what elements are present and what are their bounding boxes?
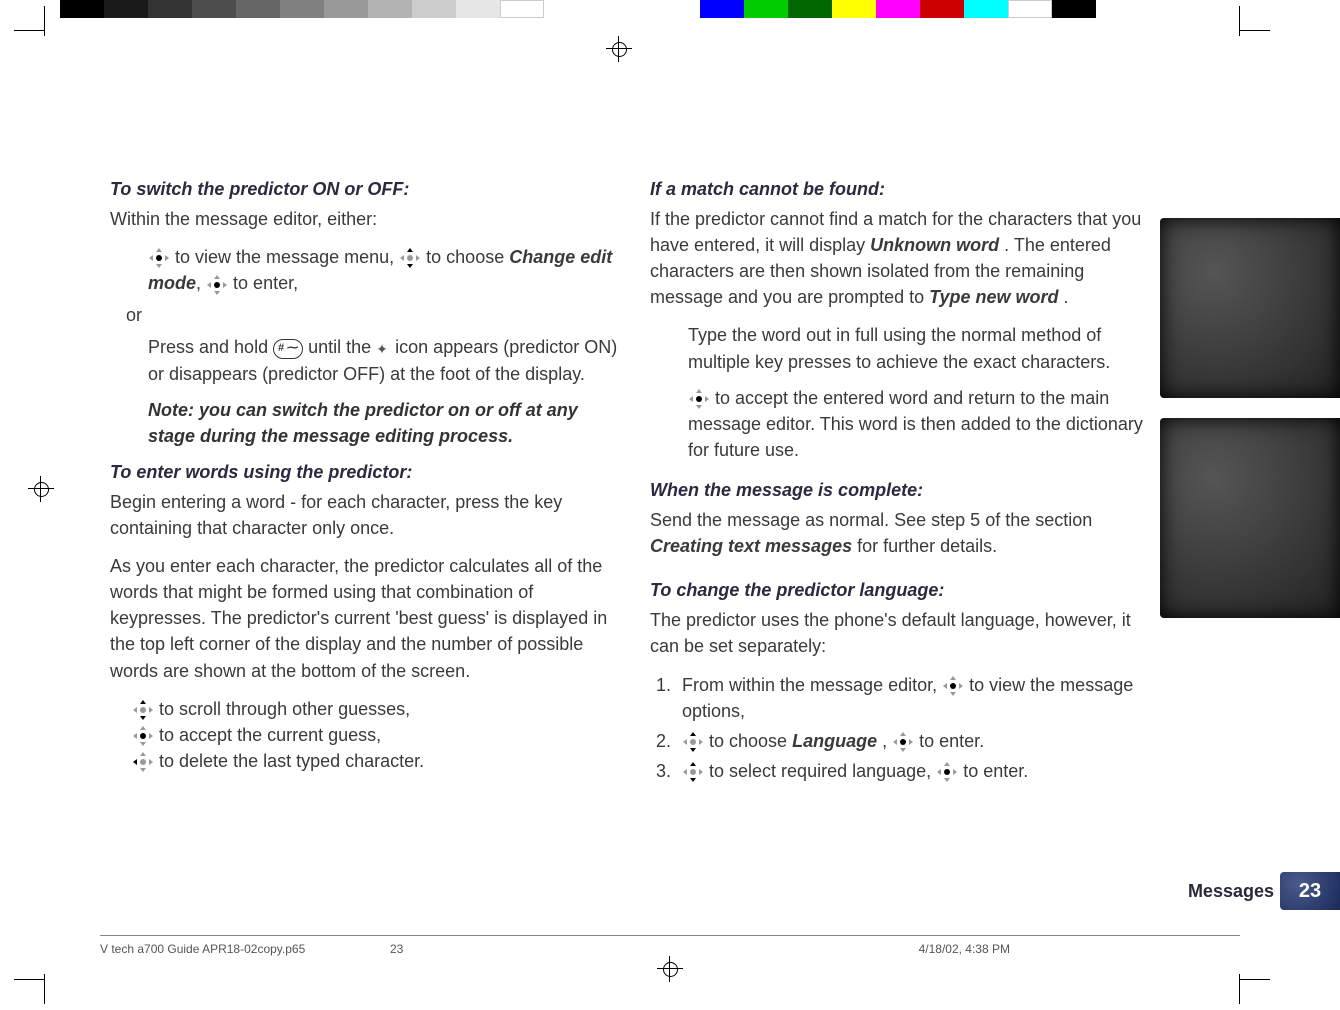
instruction-item: to scroll through other guesses, (132, 696, 620, 722)
ui-term: Unknown word (870, 235, 999, 255)
body-text: to enter, (233, 273, 298, 293)
body-text: Send the message as normal. See step 5 o… (650, 510, 1092, 530)
grayscale-strip (60, 0, 544, 18)
dpad-center-icon (894, 733, 912, 751)
registration-mark-icon (659, 958, 681, 980)
crop-mark (1239, 6, 1240, 36)
dpad-center-icon (150, 249, 168, 267)
left-column: To switch the predictor ON or OFF: Withi… (110, 170, 620, 788)
instruction-item: Type the word out in full using the norm… (688, 322, 1160, 374)
instruction-item: to accept the entered word and return to… (688, 385, 1160, 463)
body-text: Within the message editor, either: (110, 206, 620, 232)
body-text: for further details. (857, 536, 997, 556)
dpad-left-icon (134, 753, 152, 771)
body-text: until the (308, 337, 376, 357)
heading-message-complete: When the message is complete: (650, 477, 1160, 503)
ui-term: Language (792, 731, 877, 751)
crop-mark (14, 30, 44, 31)
body-text: , (196, 273, 206, 293)
heading-enter-words: To enter words using the predictor: (110, 459, 620, 485)
predictor-indicator-icon (376, 342, 390, 356)
dpad-center-icon (134, 727, 152, 745)
instruction-item: to accept the current guess, (132, 722, 620, 748)
or-separator: or (126, 302, 620, 328)
registration-mark-icon (608, 38, 630, 60)
body-text: to choose (426, 247, 509, 267)
dpad-center-icon (208, 276, 226, 294)
body-text: to delete the last typed character. (159, 751, 424, 771)
heading-change-language: To change the predictor language: (650, 577, 1160, 603)
print-footer: V tech a700 Guide APR18-02copy.p65 23 4/… (100, 935, 1240, 956)
dpad-updown-icon (684, 733, 702, 751)
footer-filename: V tech a700 Guide APR18-02copy.p65 (100, 942, 305, 956)
crop-mark (14, 979, 44, 980)
body-text: to accept the current guess, (159, 725, 381, 745)
step-item: to choose Language , to enter. (676, 728, 1160, 754)
footer-page: 23 (390, 942, 403, 956)
body-text: As you enter each character, the predict… (110, 553, 620, 683)
body-text: to view the message menu, (175, 247, 399, 267)
step-item: From within the message editor, to view … (676, 672, 1160, 724)
dpad-updown-icon (684, 763, 702, 781)
body-text: to enter. (919, 731, 984, 751)
note-text: Note: you can switch the predictor on or… (148, 397, 620, 449)
dpad-center-icon (938, 763, 956, 781)
crop-mark (44, 6, 45, 36)
body-text: to enter. (963, 761, 1028, 781)
body-text: If the predictor cannot find a match for… (650, 206, 1160, 310)
instruction-item: to view the message menu, to choose Chan… (148, 244, 620, 296)
dpad-center-icon (944, 677, 962, 695)
heading-switch-predictor: To switch the predictor ON or OFF: (110, 176, 620, 202)
page-number-badge: 23 (1280, 872, 1340, 910)
body-text: Press and hold (148, 337, 273, 357)
instruction-item: to delete the last typed character. (132, 748, 620, 774)
color-strip (700, 0, 1096, 18)
instruction-item: Press and hold # ⁓ until the icon appear… (148, 334, 620, 386)
dpad-updown-icon (401, 249, 419, 267)
ui-term: Creating text messages (650, 536, 852, 556)
ui-term: Type new word (929, 287, 1058, 307)
body-text: Send the message as normal. See step 5 o… (650, 507, 1160, 559)
body-text: From within the message editor, (682, 675, 942, 695)
body-text: . (1064, 287, 1069, 307)
section-label: Messages (1188, 881, 1274, 902)
thumb-tab (1160, 218, 1340, 398)
dpad-updown-icon (134, 701, 152, 719)
body-text: , (882, 731, 892, 751)
thumb-tab (1160, 418, 1340, 618)
print-calibration-bars (0, 0, 1340, 26)
body-text: to accept the entered word and return to… (688, 388, 1143, 460)
body-text: Begin entering a word - for each charact… (110, 489, 620, 541)
hash-key-icon: # ⁓ (273, 339, 303, 359)
body-text: to select required language, (709, 761, 936, 781)
body-text: The predictor uses the phone's default l… (650, 607, 1160, 659)
body-text: to scroll through other guesses, (159, 699, 410, 719)
crop-mark (1240, 30, 1270, 31)
body-text: to choose (709, 731, 792, 751)
right-column: If a match cannot be found: If the predi… (650, 170, 1160, 788)
step-item: to select required language, to enter. (676, 758, 1160, 784)
footer-date: 4/18/02, 4:38 PM (919, 942, 1010, 956)
dpad-center-icon (690, 390, 708, 408)
crop-mark (44, 974, 45, 1004)
heading-no-match: If a match cannot be found: (650, 176, 1160, 202)
page-content: To switch the predictor ON or OFF: Withi… (110, 170, 1160, 788)
steps-list: From within the message editor, to view … (650, 672, 1160, 784)
crop-mark (1240, 979, 1270, 980)
registration-mark-icon (30, 478, 52, 500)
